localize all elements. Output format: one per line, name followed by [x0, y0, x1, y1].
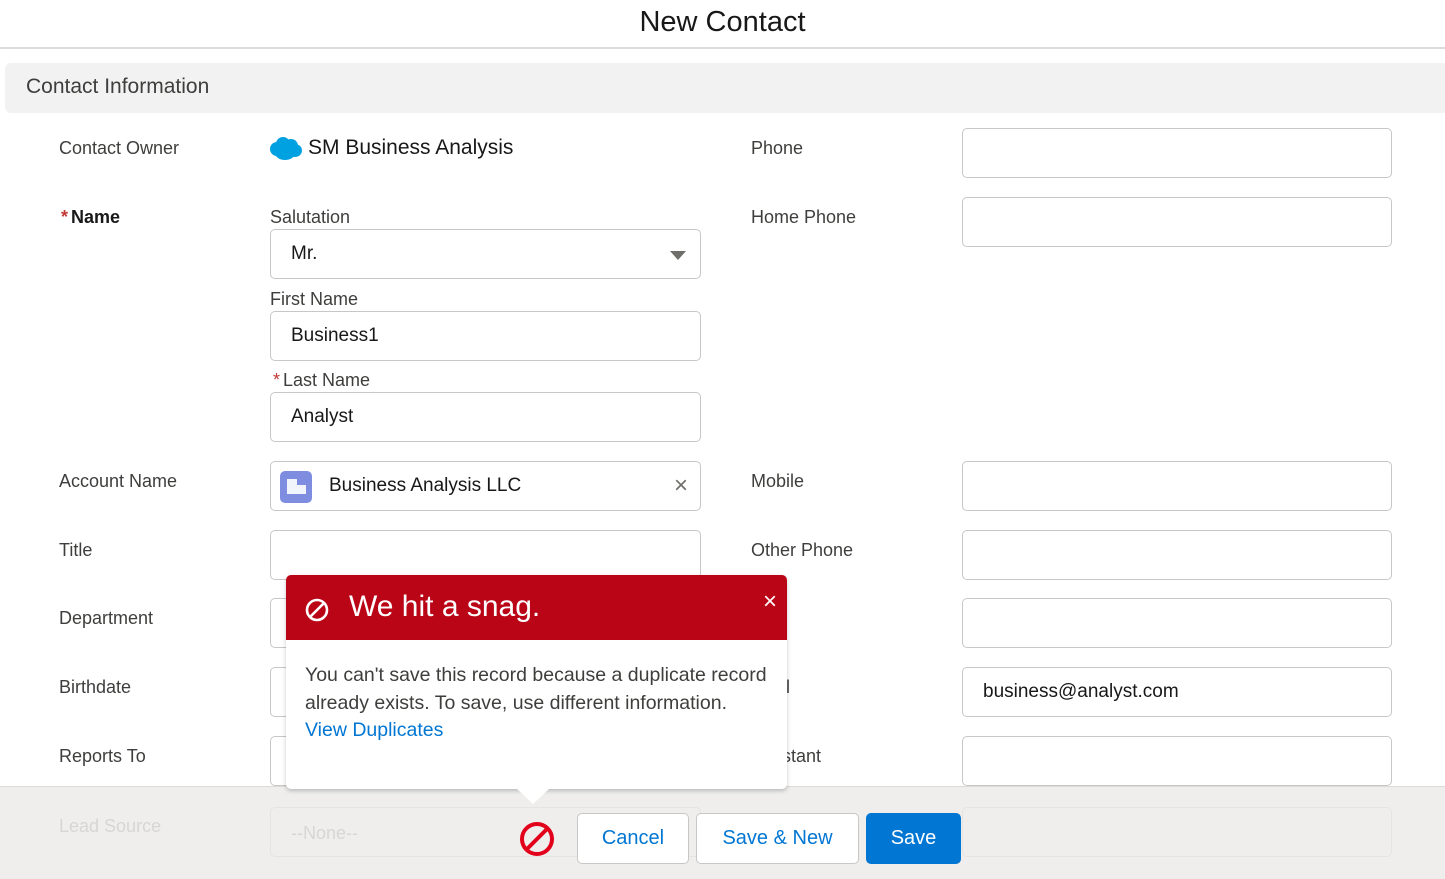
- birthdate-label: Birthdate: [59, 677, 132, 697]
- salesforce-cloud-icon: [270, 136, 302, 160]
- first-name-input[interactable]: Business1: [270, 311, 701, 361]
- last-name-label-text: Last Name: [283, 370, 371, 390]
- mobile-input[interactable]: [962, 461, 1392, 511]
- salutation-label: Salutation: [270, 207, 351, 227]
- popover-nubbin: [516, 788, 550, 804]
- lead-source-value: --None--: [291, 823, 359, 843]
- error-popover-body: You can't save this record because a dup…: [286, 640, 787, 745]
- first-name-label: First Name: [270, 289, 359, 309]
- error-popover-title: We hit a snag.: [349, 590, 541, 623]
- assistant-input[interactable]: [962, 736, 1392, 786]
- mobile-label: Mobile: [751, 471, 805, 491]
- clear-selection-icon[interactable]: ×: [674, 474, 688, 498]
- error-indicator-icon[interactable]: [518, 820, 556, 858]
- department-label: Department: [59, 608, 154, 628]
- contact-owner-label: Contact Owner: [59, 138, 180, 158]
- name-label: * Name: [61, 207, 120, 228]
- account-name-label: Account Name: [59, 471, 178, 491]
- contact-owner-value: SM Business Analysis: [270, 136, 513, 160]
- title-input[interactable]: [270, 530, 701, 580]
- assistant-label: stant: [782, 746, 822, 766]
- title-label: Title: [59, 540, 93, 560]
- email-value: business@analyst.com: [983, 681, 1179, 702]
- error-popover: We hit a snag. × You can't save this rec…: [286, 575, 787, 804]
- reports-to-label: Reports To: [59, 746, 146, 766]
- section-title: Contact Information: [26, 75, 210, 98]
- contact-owner-name: SM Business Analysis: [308, 136, 514, 159]
- error-message: You can't save this record because a dup…: [305, 664, 767, 714]
- home-phone-input[interactable]: [962, 197, 1392, 247]
- last-name-label: * Last Name: [273, 370, 370, 391]
- salutation-value: Mr.: [291, 243, 318, 264]
- faded-field: [962, 807, 1392, 857]
- first-name-value: Business1: [291, 325, 379, 346]
- close-icon[interactable]: ×: [763, 588, 777, 616]
- last-name-input[interactable]: Analyst: [270, 392, 701, 442]
- cancel-button[interactable]: Cancel: [577, 813, 689, 864]
- salutation-select[interactable]: Mr.: [270, 229, 701, 279]
- account-name-value: Business Analysis LLC: [329, 475, 522, 496]
- modal-title: New Contact: [639, 6, 806, 38]
- section-header-contact-information[interactable]: Contact Information: [5, 63, 1445, 113]
- save-button[interactable]: Save: [866, 813, 961, 864]
- modal-header: New Contact: [0, 0, 1445, 49]
- view-duplicates-link[interactable]: View Duplicates: [305, 717, 769, 745]
- required-marker: *: [61, 207, 69, 227]
- last-name-value: Analyst: [291, 406, 354, 427]
- fax-input[interactable]: [962, 598, 1392, 648]
- other-phone-input[interactable]: [962, 530, 1392, 580]
- required-marker: *: [273, 370, 281, 390]
- home-phone-label: Home Phone: [751, 207, 857, 227]
- phone-label: Phone: [751, 138, 804, 158]
- lead-source-label: Lead Source: [59, 816, 162, 836]
- account-name-lookup[interactable]: Business Analysis LLC ×: [270, 461, 701, 511]
- ban-icon: [305, 598, 329, 622]
- chevron-down-icon: [670, 251, 686, 260]
- error-popover-header: We hit a snag. ×: [286, 575, 787, 640]
- name-label-text: Name: [71, 207, 121, 227]
- account-building-icon: [280, 471, 312, 503]
- other-phone-label: Other Phone: [751, 540, 854, 560]
- email-input[interactable]: business@analyst.com: [962, 667, 1392, 717]
- save-and-new-button[interactable]: Save & New: [696, 813, 859, 864]
- phone-input[interactable]: [962, 128, 1392, 178]
